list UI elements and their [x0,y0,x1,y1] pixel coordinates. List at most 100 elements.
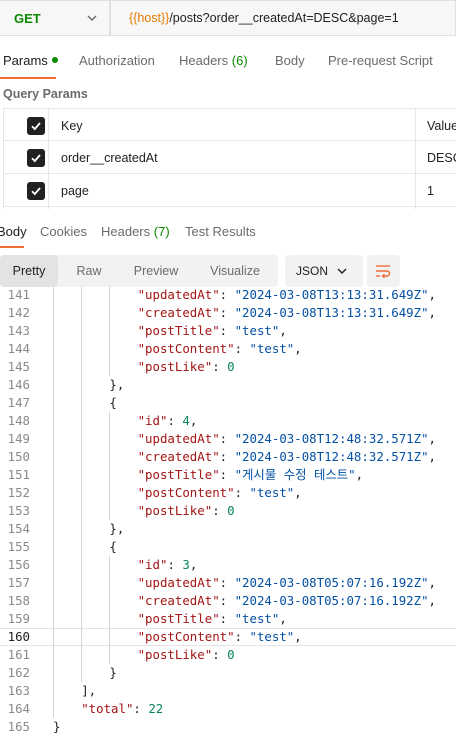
response-tabs: Body Cookies Headers (7) Test Results [0,218,456,248]
format-label: JSON [296,264,329,278]
chevron-down-icon [87,15,97,21]
code-line: 152 "postContent": "test", [0,484,456,502]
indent-guide [109,286,111,376]
code-line: 146}, [0,376,456,394]
line-number: 152 [7,485,30,500]
wrap-lines-button[interactable] [367,255,400,287]
row-enabled-checkbox[interactable] [27,149,45,167]
response-body-code[interactable]: 141 "updatedAt": "2024-03-08T13:13:31.649… [0,286,456,738]
view-pretty-button[interactable]: Pretty [0,255,58,287]
line-number: 141 [7,287,30,302]
row-enabled-checkbox[interactable] [27,182,45,200]
query-params-title: Query Params [3,87,88,101]
code-text: "createdAt": "2024-03-08T12:48:32.571Z", [137,449,437,464]
code-line: 153 "postLike": 0 [0,502,456,520]
tab-authorization[interactable]: Authorization [79,53,155,68]
tab-headers-label: Headers [179,53,229,68]
code-text: "postContent": "test", [137,485,302,500]
param-value[interactable]: 1 [427,184,434,198]
line-number: 160 [7,629,30,644]
code-line: 165} [0,718,456,736]
code-line: 160 "postContent": "test", [0,628,456,646]
param-key[interactable]: order__createdAt [61,151,158,165]
code-line: 159 "postTitle": "test", [0,610,456,628]
code-line: 141 "updatedAt": "2024-03-08T13:13:31.649… [0,286,456,304]
select-all-checkbox[interactable] [27,117,45,135]
code-text: } [53,719,61,734]
code-text: "updatedAt": "2024-03-08T13:13:31.649Z", [137,287,437,302]
view-raw-button[interactable]: Raw [60,255,118,287]
params-active-dot-icon [51,57,58,63]
code-text: } [109,665,117,680]
tab-headers[interactable]: Headers (6) [179,53,248,68]
line-number: 158 [7,593,30,608]
indent-guide [109,556,111,664]
code-text: "postTitle": "test", [137,323,287,338]
tab-response-headers-count: (7) [153,224,170,239]
code-line: 151 "postTitle": "게시물 수정 테스트", [0,466,456,484]
code-text: "postContent": "test", [137,341,302,356]
line-number: 144 [7,341,30,356]
url-variable: {{host}} [129,11,170,25]
line-number: 154 [7,521,30,536]
tab-response-headers-label: Headers [101,224,151,239]
request-url-bar: GET {{host}}/posts?order__createdAt=DESC… [0,0,456,36]
format-dropdown[interactable]: JSON [285,255,363,287]
line-number: 162 [7,665,30,680]
code-line: 149 "updatedAt": "2024-03-08T12:48:32.571… [0,430,456,448]
code-text: { [109,395,117,410]
code-line: 156 "id": 3, [0,556,456,574]
code-text: }, [109,377,125,392]
code-line: 148 "id": 4, [0,412,456,430]
code-line: 157 "updatedAt": "2024-03-08T05:07:16.192… [0,574,456,592]
line-number: 159 [7,611,30,626]
table-row: order__createdAt DESC [3,141,456,174]
tab-params-label: Params [3,53,48,68]
code-text: "postLike": 0 [137,503,235,518]
param-value[interactable]: DESC [427,151,456,165]
view-preview-button[interactable]: Preview [122,255,190,287]
view-visualize-button[interactable]: Visualize [196,255,274,287]
param-key[interactable]: page [61,184,89,198]
tab-test-results[interactable]: Test Results [185,224,256,239]
code-line: 162} [0,664,456,682]
line-number: 164 [7,701,30,716]
code-line: 150 "createdAt": "2024-03-08T12:48:32.571… [0,448,456,466]
check-icon [31,187,41,196]
query-params-table: Key Value order__createdAt DESC page 1 [0,108,456,210]
tab-body[interactable]: Body [275,53,305,68]
line-number: 143 [7,323,30,338]
active-tab-indicator [0,246,24,248]
line-number: 163 [7,683,30,698]
code-text: "updatedAt": "2024-03-08T05:07:16.192Z", [137,575,437,590]
indent-guide [81,286,83,682]
code-line: 164 "total": 22 [0,700,456,718]
table-row: page 1 [3,174,456,207]
url-path: /posts?order__createdAt=DESC&page=1 [169,11,399,25]
line-number: 149 [7,431,30,446]
tab-response-headers[interactable]: Headers (7) [101,224,170,239]
code-text: "postTitle": "게시물 수정 테스트", [137,467,364,482]
code-text: "postTitle": "test", [137,611,287,626]
tab-headers-count: (6) [231,53,248,68]
code-text: "createdAt": "2024-03-08T13:13:31.649Z", [137,305,437,320]
line-number: 146 [7,377,30,392]
code-line: 143 "postTitle": "test", [0,322,456,340]
line-number: 148 [7,413,30,428]
line-number: 156 [7,557,30,572]
code-line: 158 "createdAt": "2024-03-08T05:07:16.192… [0,592,456,610]
code-line: 142 "createdAt": "2024-03-08T13:13:31.649… [0,304,456,322]
code-text: }, [109,521,125,536]
code-text: { [109,539,117,554]
tab-params[interactable]: Params [3,53,58,68]
url-input[interactable]: {{host}}/posts?order__createdAt=DESC&pag… [110,0,456,36]
method-dropdown[interactable]: GET [0,0,110,36]
code-text: "postLike": 0 [137,647,235,662]
tab-pre-request-script[interactable]: Pre-request Script [328,53,433,68]
tab-cookies[interactable]: Cookies [40,224,87,239]
line-number: 165 [7,719,30,734]
line-number: 155 [7,539,30,554]
column-header-key: Key [61,119,83,133]
code-line: 154}, [0,520,456,538]
tab-response-body[interactable]: Body [0,224,27,239]
